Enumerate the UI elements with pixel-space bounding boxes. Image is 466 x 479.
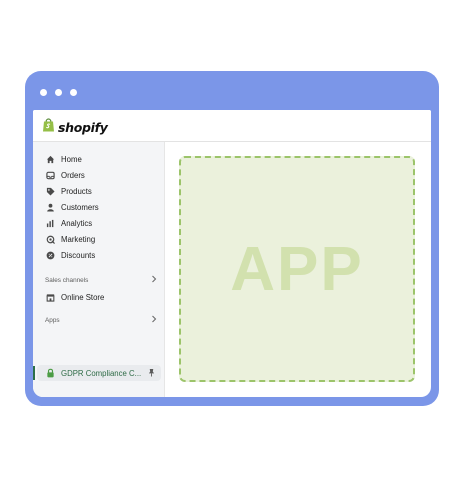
sidebar-item-analytics[interactable]: Analytics (37, 215, 161, 231)
window-dot[interactable] (55, 89, 62, 96)
sidebar-item-marketing[interactable]: Marketing (37, 231, 161, 247)
sidebar-item-label: Customers (61, 202, 99, 212)
sidebar-item-label: Marketing (61, 234, 96, 244)
shopify-logo[interactable]: shopify (42, 117, 108, 137)
sales-channels-section-header[interactable]: Sales channels (45, 275, 157, 285)
section-heading: Apps (45, 316, 60, 324)
sidebar-item-discounts[interactable]: Discounts (37, 247, 161, 263)
tag-icon (45, 186, 55, 196)
sidebar-item-gdpr-compliance[interactable]: GDPR Compliance C... (37, 365, 161, 381)
store-icon (45, 292, 55, 302)
sidebar-item-label: Orders (61, 170, 85, 180)
person-icon (45, 202, 55, 212)
sidebar-item-label: Analytics (61, 218, 93, 228)
sidebar-item-products[interactable]: Products (37, 183, 161, 199)
sidebar-item-label: GDPR Compliance C... (61, 368, 142, 378)
sidebar-item-home[interactable]: Home (37, 151, 161, 167)
home-icon (45, 154, 55, 164)
sidebar: Home Orders Products Customers Analytics… (33, 142, 165, 397)
shopify-admin-frame: shopify Home Orders Products Customers A… (33, 110, 431, 397)
window-controls (40, 89, 77, 96)
shopify-bag-icon (42, 117, 55, 137)
top-bar: shopify (33, 110, 431, 142)
app-placeholder-area: APP (179, 156, 415, 382)
selected-indicator (33, 366, 35, 380)
orders-inbox-icon (45, 170, 55, 180)
discount-icon (45, 250, 55, 260)
browser-window: shopify Home Orders Products Customers A… (25, 71, 439, 406)
window-dot[interactable] (70, 89, 77, 96)
sidebar-item-label: Products (61, 186, 92, 196)
section-heading: Sales channels (45, 276, 89, 284)
window-dot[interactable] (40, 89, 47, 96)
apps-section-header[interactable]: Apps (45, 315, 157, 325)
sidebar-item-label: Discounts (61, 250, 96, 260)
shopify-wordmark: shopify (58, 119, 108, 135)
sidebar-item-orders[interactable]: Orders (37, 167, 161, 183)
sidebar-item-online-store[interactable]: Online Store (37, 289, 161, 305)
pin-icon[interactable] (148, 368, 155, 379)
sidebar-item-label: Online Store (61, 292, 105, 302)
app-placeholder-text: APP (230, 234, 364, 304)
chevron-right-icon (151, 275, 157, 285)
sidebar-item-customers[interactable]: Customers (37, 199, 161, 215)
chevron-right-icon (151, 315, 157, 325)
target-icon (45, 234, 55, 244)
sidebar-item-label: Home (61, 154, 82, 164)
bar-chart-icon (45, 218, 55, 228)
lock-icon (45, 368, 55, 378)
